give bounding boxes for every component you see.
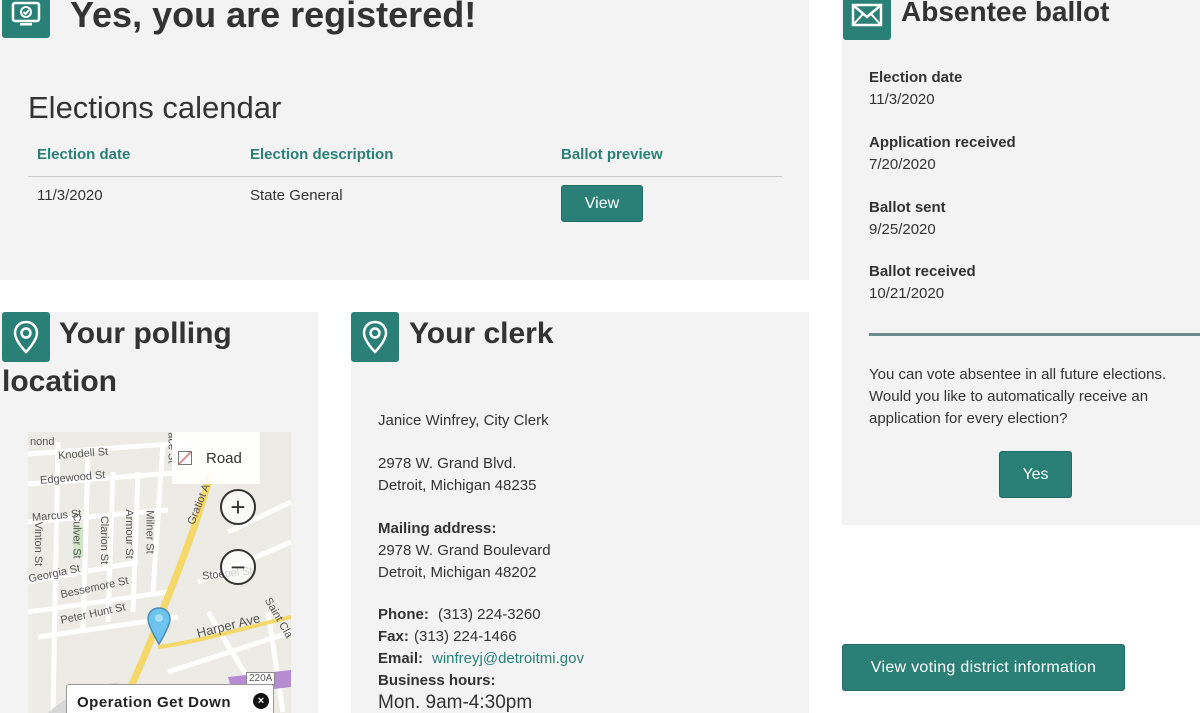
calendar-col-date: Election date	[37, 146, 131, 163]
map-street-label: nond	[30, 436, 55, 448]
calendar-col-description: Election description	[250, 146, 394, 163]
absentee-value-ballot-sent: 9/25/2020	[869, 221, 936, 238]
registration-heading: Yes, you are registered!	[70, 0, 477, 35]
ballot-preview-view-button[interactable]: View	[561, 185, 643, 222]
clerk-address-line1: 2978 W. Grand Blvd.	[378, 455, 517, 472]
absentee-divider	[869, 333, 1200, 336]
map-street-label: Vinton St	[32, 521, 45, 567]
map-street-label: Armour St	[122, 509, 135, 559]
absentee-label-ballot-received: Ballot received	[869, 263, 976, 280]
clerk-hours: Mon. 9am-4:30pm	[378, 692, 533, 713]
clerk-mailing-line1: 2978 W. Grand Boulevard	[378, 542, 551, 559]
polling-map[interactable]: nond Knodell St race St Edgewood St Marc…	[28, 432, 291, 713]
clerk-mailing-label: Mailing address:	[378, 520, 497, 537]
calendar-col-preview: Ballot preview	[561, 146, 663, 163]
view-district-info-button[interactable]: View voting district information	[842, 644, 1125, 691]
clerk-mailing-line2: Detroit, Michigan 48202	[378, 564, 537, 581]
close-icon[interactable]: ×	[253, 693, 269, 709]
zoom-out-button[interactable]: −	[220, 549, 256, 585]
voter-card-icon	[2, 0, 50, 38]
absentee-label-election-date: Election date	[869, 69, 963, 86]
map-street-label: Culver St	[70, 513, 83, 559]
minus-icon: −	[230, 552, 246, 582]
absentee-prompt-line3: application for every election?	[869, 410, 1068, 427]
plus-icon: +	[230, 492, 246, 522]
absentee-label-ballot-sent: Ballot sent	[869, 199, 946, 216]
map-type-label: Road	[206, 449, 242, 467]
map-pin-icon	[2, 312, 50, 362]
clerk-email-link[interactable]: winfreyj@detroitmi.gov	[432, 648, 584, 670]
calendar-title: Elections calendar	[28, 90, 282, 125]
registration-panel	[0, 0, 809, 280]
clerk-title: Your clerk	[409, 317, 554, 350]
absentee-title: Absentee ballot	[901, 0, 1110, 27]
road-map-icon	[178, 451, 192, 465]
polling-title-line1: Your polling	[59, 317, 232, 350]
clerk-hours-label: Business hours:	[378, 672, 496, 689]
absentee-value-election-date: 11/3/2020	[869, 91, 935, 108]
clerk-phone: (313) 224-3260	[438, 606, 541, 623]
polling-title-line2: location	[2, 365, 118, 398]
absentee-prompt-line1: You can vote absentee in all future elec…	[869, 366, 1167, 383]
absentee-value-ballot-received: 10/21/2020	[869, 285, 945, 302]
absentee-label-application-received: Application received	[869, 134, 1016, 151]
clerk-name: Janice Winfrey, City Clerk	[378, 412, 549, 429]
absentee-value-application-received: 7/20/2020	[869, 156, 936, 173]
map-pin-icon	[351, 312, 399, 362]
map-popup[interactable]: Operation Get Down ×	[66, 684, 274, 713]
clerk-address-line2: Detroit, Michigan 48235	[378, 477, 537, 494]
clerk-fax: (313) 224-1466	[414, 628, 517, 645]
calendar-divider	[28, 176, 782, 177]
calendar-row-description: State General	[250, 187, 343, 204]
clerk-email-label: Email:	[378, 650, 424, 667]
envelope-icon	[843, 0, 891, 40]
map-street-label: Milner St	[143, 510, 156, 554]
calendar-row-date: 11/3/2020	[37, 187, 103, 204]
map-street-label: Clarion St	[98, 515, 111, 565]
location-marker-icon[interactable]	[146, 606, 172, 646]
zoom-in-button[interactable]: +	[220, 489, 256, 525]
clerk-fax-label: Fax:	[378, 628, 409, 645]
clerk-phone-label: Phone:	[378, 606, 429, 623]
absentee-yes-button[interactable]: Yes	[999, 451, 1072, 498]
map-popup-label: Operation Get Down	[77, 694, 232, 711]
map-type-selector[interactable]: Road	[172, 432, 260, 484]
absentee-prompt-line2: Would you like to automatically receive …	[869, 388, 1149, 405]
